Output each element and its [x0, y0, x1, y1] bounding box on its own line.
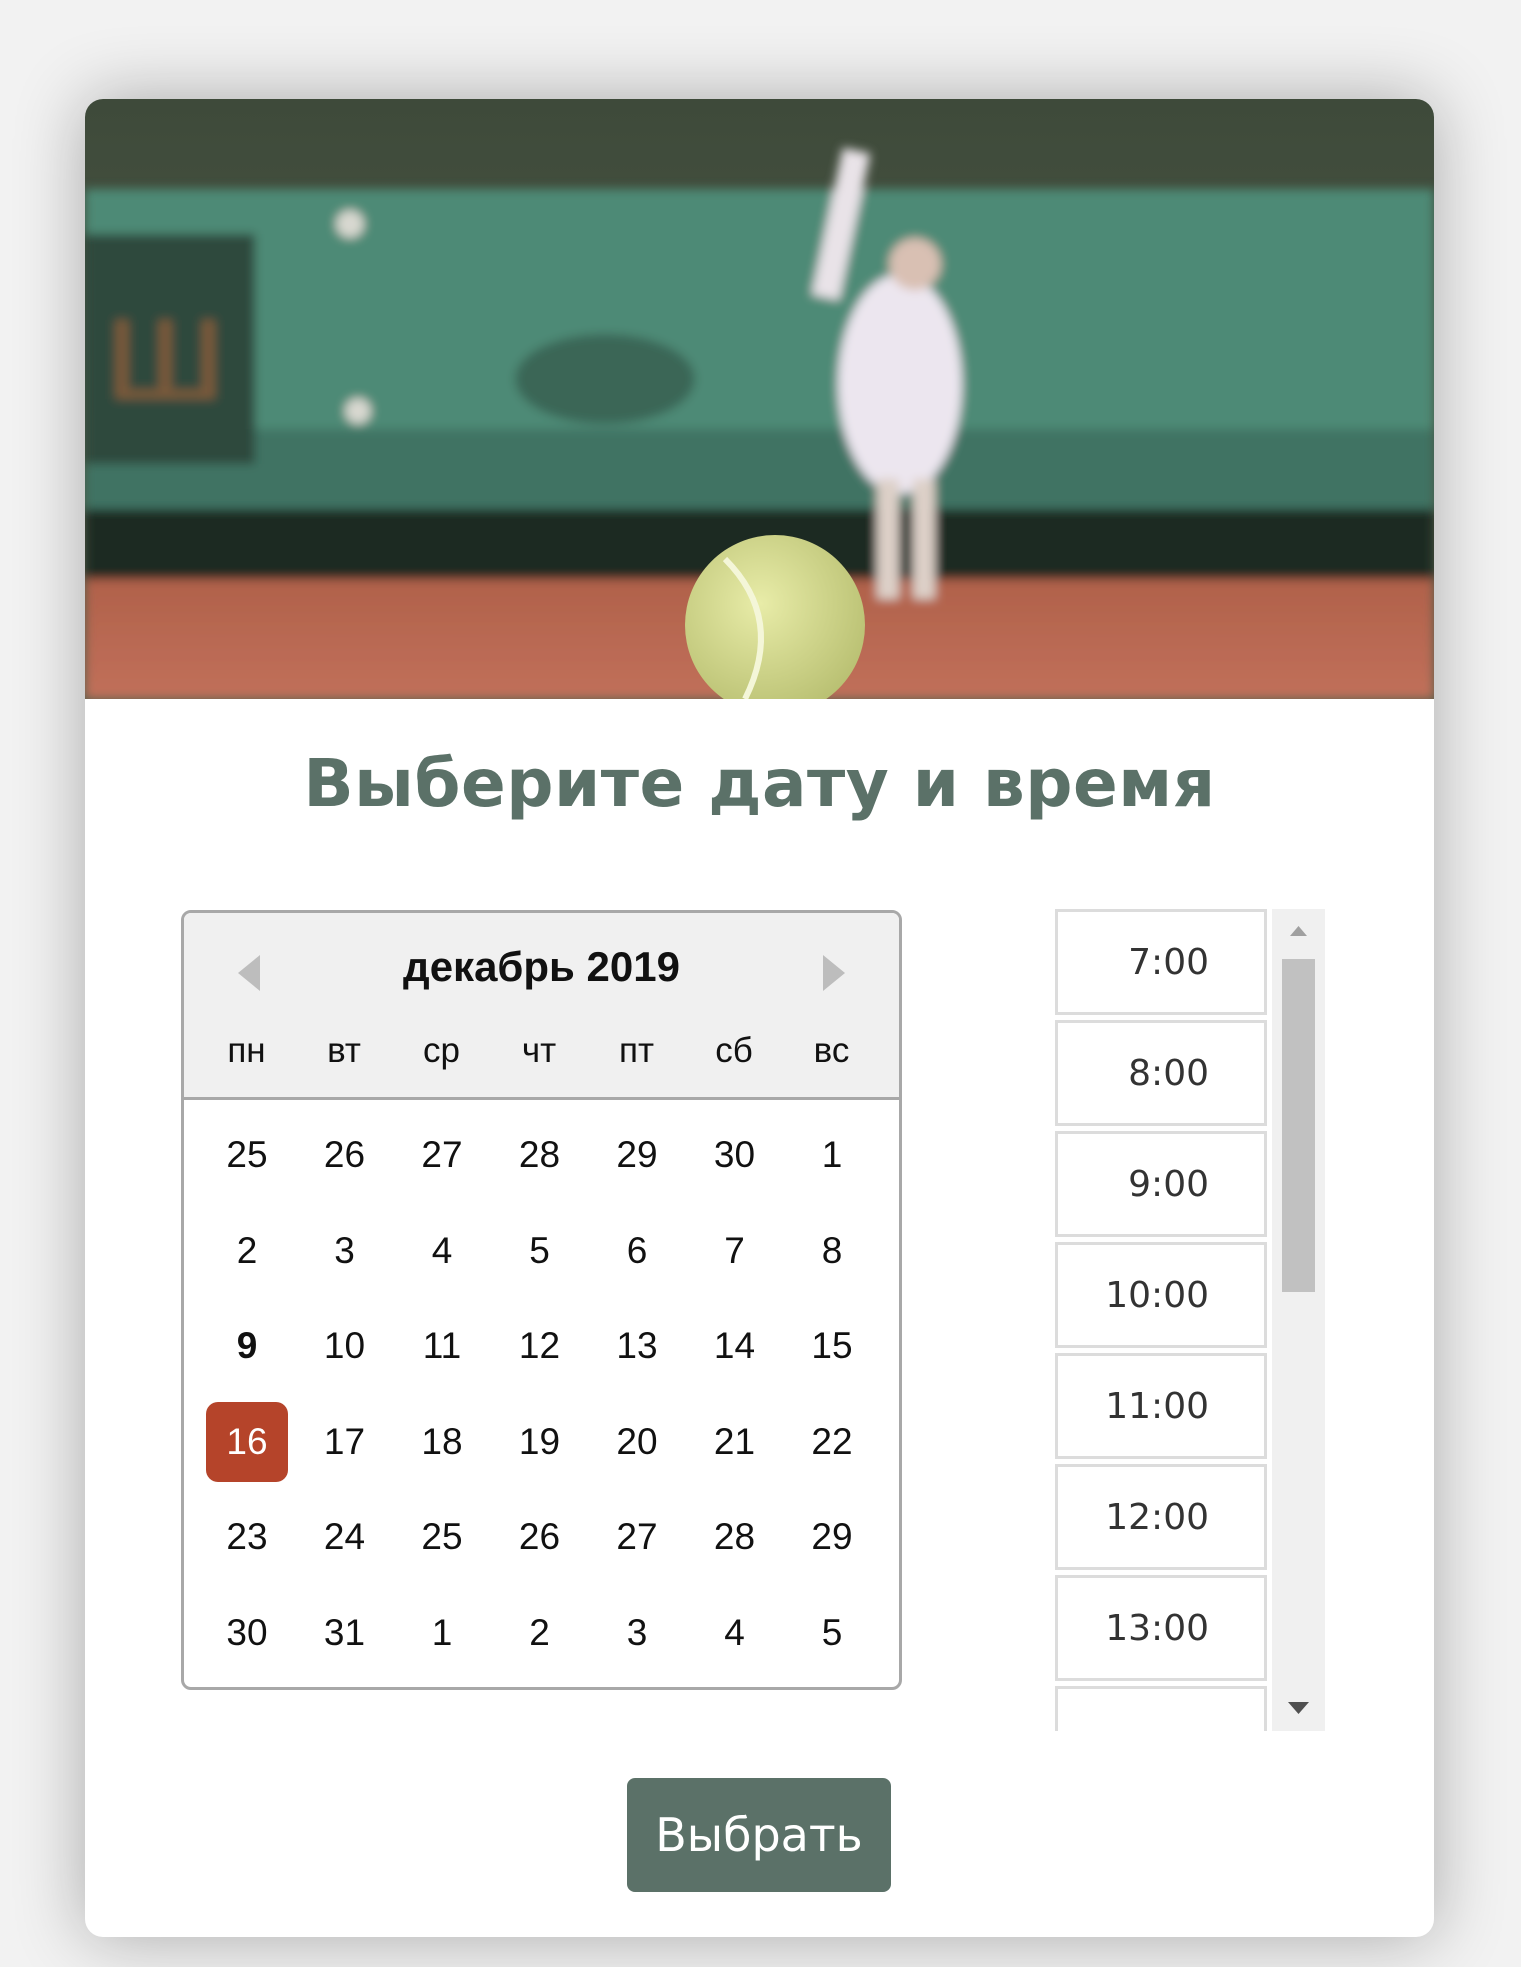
calendar-day[interactable]: 24 [304, 1497, 386, 1577]
calendar-day[interactable]: 5 [791, 1593, 873, 1673]
svg-text:ш: ш [105, 263, 225, 431]
calendar-day-selected[interactable]: 16 [206, 1401, 288, 1482]
weekday-label: сб [715, 1031, 753, 1070]
triangle-down-icon[interactable] [1272, 1686, 1325, 1731]
calendar-day[interactable]: 2 [206, 1211, 288, 1291]
triangle-up-icon[interactable] [1272, 909, 1325, 954]
calendar-day[interactable]: 4 [694, 1593, 776, 1673]
calendar-day[interactable]: 25 [401, 1497, 483, 1577]
calendar-day[interactable]: 19 [499, 1402, 581, 1482]
time-slot[interactable]: 7:00 [1055, 909, 1267, 1015]
weekday-label: чт [521, 1031, 557, 1070]
weekday-label: пт [619, 1031, 654, 1070]
calendar-day[interactable]: 7 [694, 1211, 776, 1291]
calendar-day[interactable]: 14 [694, 1306, 776, 1386]
calendar-day[interactable]: 1 [791, 1115, 873, 1195]
time-slot[interactable]: 8:00 [1055, 1020, 1267, 1126]
time-slot[interactable]: 10:00 [1055, 1242, 1267, 1348]
time-slot[interactable]: 9:00 [1055, 1131, 1267, 1237]
month-label: декабрь 2019 [403, 943, 680, 990]
scrollbar-thumb[interactable] [1282, 959, 1315, 1292]
calendar-day[interactable]: 28 [499, 1115, 581, 1195]
calendar-day[interactable]: 25 [206, 1115, 288, 1195]
calendar-day[interactable]: 3 [304, 1211, 386, 1291]
weekday-label: вс [813, 1031, 850, 1070]
calendar-day[interactable]: 12 [499, 1306, 581, 1386]
calendar-day[interactable]: 20 [596, 1402, 678, 1482]
calendar-day[interactable]: 26 [304, 1115, 386, 1195]
select-button[interactable]: Выбрать [627, 1778, 891, 1892]
calendar-day[interactable]: 13 [596, 1306, 678, 1386]
weekday-label: пн [227, 1031, 266, 1070]
calendar-day[interactable]: 2 [499, 1593, 581, 1673]
calendar-day[interactable]: 9 [206, 1306, 288, 1386]
calendar-day[interactable]: 8 [791, 1211, 873, 1291]
calendar-day[interactable]: 6 [596, 1211, 678, 1291]
calendar-day[interactable]: 26 [499, 1497, 581, 1577]
booking-card: ш Выберите дату и время декабрь 2019 пн … [85, 99, 1434, 1937]
calendar-day[interactable]: 4 [401, 1211, 483, 1291]
calendar-day[interactable]: 23 [206, 1497, 288, 1577]
calendar-day[interactable]: 11 [401, 1306, 483, 1386]
calendar-day[interactable]: 27 [596, 1497, 678, 1577]
weekday-label: ср [423, 1031, 460, 1070]
calendar-day[interactable]: 29 [596, 1115, 678, 1195]
calendar-day[interactable]: 15 [791, 1306, 873, 1386]
calendar-day[interactable]: 30 [694, 1115, 776, 1195]
time-slot[interactable]: 12:00 [1055, 1464, 1267, 1570]
calendar-day[interactable]: 30 [206, 1593, 288, 1673]
calendar-day[interactable]: 21 [694, 1402, 776, 1482]
page-title: Выберите дату и время [303, 745, 1216, 822]
time-slot[interactable]: 11:00 [1055, 1353, 1267, 1459]
calendar-day[interactable]: 27 [401, 1115, 483, 1195]
calendar-day[interactable]: 17 [304, 1402, 386, 1482]
calendar-header: декабрь 2019 пн вт ср чт пт сб вс [184, 913, 899, 1100]
calendar-day[interactable]: 5 [499, 1211, 581, 1291]
calendar-day[interactable]: 1 [401, 1593, 483, 1673]
calendar-day[interactable]: 3 [596, 1593, 678, 1673]
time-slot[interactable]: 13:00 [1055, 1575, 1267, 1681]
weekday-label: вт [327, 1031, 361, 1070]
calendar-day[interactable]: 22 [791, 1402, 873, 1482]
calendar-day[interactable]: 28 [694, 1497, 776, 1577]
time-list-scrollbar[interactable] [1272, 909, 1325, 1731]
calendar: декабрь 2019 пн вт ср чт пт сб вс 25 26 27 28 29 30… [181, 910, 902, 1690]
calendar-day[interactable]: 10 [304, 1306, 386, 1386]
time-slot-partial[interactable] [1055, 1686, 1267, 1731]
triangle-right-icon[interactable] [815, 947, 855, 999]
calendar-day[interactable]: 31 [304, 1593, 386, 1673]
calendar-day[interactable]: 29 [791, 1497, 873, 1577]
tennis-photo: ш [85, 99, 1434, 699]
calendar-day[interactable]: 18 [401, 1402, 483, 1482]
